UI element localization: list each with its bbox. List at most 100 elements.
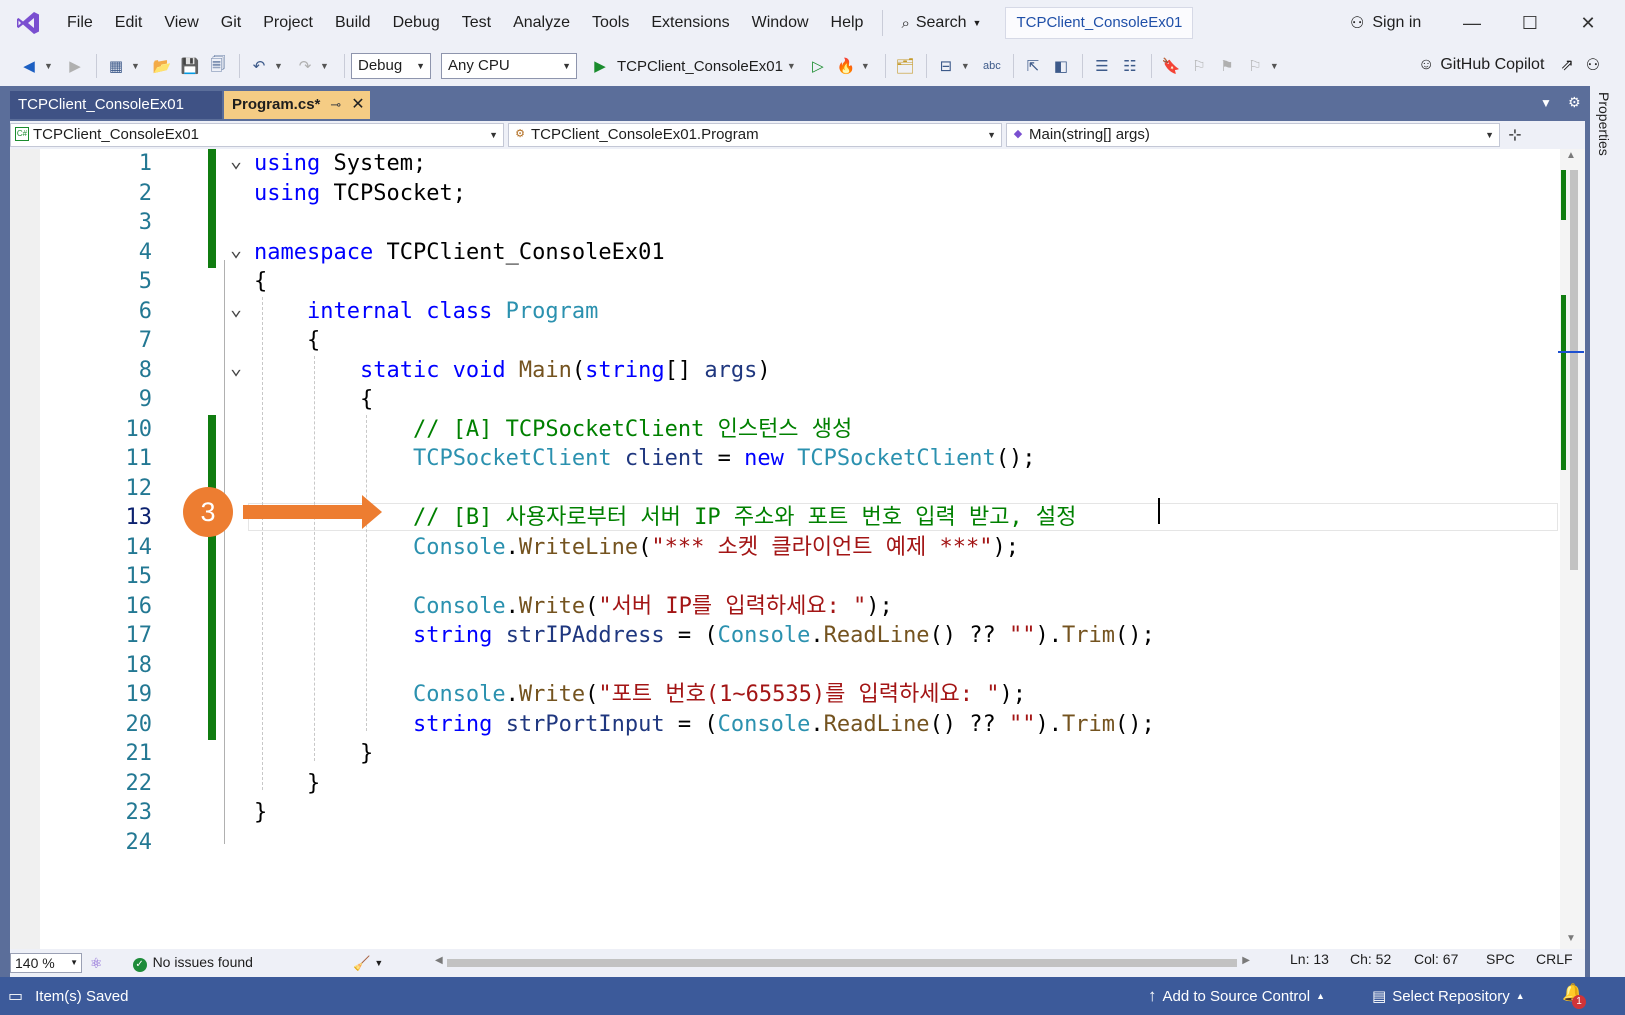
open-folder-icon[interactable]: 📂 [149, 53, 175, 79]
menu-help[interactable]: Help [820, 8, 875, 38]
code-text[interactable]: string strPortInput = (Console.ReadLine(… [254, 710, 1155, 740]
code-line[interactable]: 23} [10, 798, 1560, 828]
feedback-icon[interactable]: ⚇ [1586, 55, 1600, 75]
member-select[interactable]: ◆ Main(string[] args) ▼ [1006, 123, 1500, 147]
code-text[interactable]: { [254, 267, 267, 297]
code-line[interactable]: 20 string strPortInput = (Console.ReadLi… [10, 709, 1560, 740]
hot-reload-dropdown-icon[interactable]: ▼ [861, 61, 875, 71]
whitespace-mode[interactable]: SPC [1486, 951, 1515, 967]
add-to-source-control-button[interactable]: ↑ Add to Source Control ▲ [1148, 986, 1325, 1006]
line-number[interactable]: Ln: 13 [1290, 951, 1329, 967]
intellicode-icon[interactable]: ⚛ [90, 955, 103, 972]
zoom-select[interactable]: 140 % ▼ [10, 953, 82, 973]
code-text[interactable]: internal class Program [254, 297, 598, 327]
navigate-back-icon[interactable]: ◀ [16, 53, 42, 79]
menu-view[interactable]: View [153, 8, 209, 38]
code-line[interactable]: 1 ⌄ using System; [10, 149, 1560, 179]
start-without-debugging-icon[interactable]: ▷ [805, 53, 831, 79]
scroll-left-icon[interactable]: ◀ [435, 955, 443, 966]
collapse-icon[interactable]: ⌄ [228, 356, 244, 378]
code-line[interactable]: 7 { [10, 326, 1560, 356]
code-text[interactable]: TCPSocketClient client = new TCPSocketCl… [254, 444, 1036, 474]
code-line[interactable]: 15 [10, 562, 1560, 592]
start-debugging-target[interactable]: TCPClient_ConsoleEx01 [617, 58, 783, 75]
code-text[interactable]: Console.Write("포트 번호(1~65535)를 입력하세요: ")… [254, 680, 1026, 710]
github-copilot-button[interactable]: ☺ GitHub Copilot ⇗ ⚇ [1418, 50, 1600, 80]
outdent-icon[interactable]: ☰ [1089, 53, 1115, 79]
back-dropdown-icon[interactable]: ▼ [44, 61, 58, 71]
layout-dropdown-icon[interactable]: ▼ [961, 61, 975, 71]
code-line[interactable]: 21 } [10, 739, 1560, 769]
char-number[interactable]: Ch: 52 [1350, 951, 1391, 967]
search-box[interactable]: ⌕ Search ▼ [891, 8, 991, 38]
scroll-down-icon[interactable]: ▼ [1566, 933, 1576, 944]
code-text[interactable]: using System; [254, 149, 426, 179]
code-line[interactable]: 24 [10, 828, 1560, 858]
output-window-icon[interactable]: ▭ [8, 986, 23, 1006]
menu-build[interactable]: Build [324, 8, 382, 38]
menu-file[interactable]: File [56, 8, 104, 38]
code-cleanup-dropdown-icon[interactable]: ▼ [374, 958, 383, 968]
code-line[interactable]: 11 TCPSocketClient client = new TCPSocke… [10, 444, 1560, 474]
line-ending[interactable]: CRLF [1536, 951, 1573, 967]
menu-analyze[interactable]: Analyze [502, 8, 581, 38]
code-line[interactable]: 22 } [10, 769, 1560, 799]
code-text[interactable]: } [254, 798, 267, 828]
code-line[interactable]: 2 using TCPSocket; [10, 178, 1560, 209]
code-line[interactable]: 18 [10, 650, 1560, 681]
code-line[interactable]: 12 [10, 473, 1560, 504]
vertical-scroll-thumb[interactable] [1570, 170, 1578, 570]
menu-edit[interactable]: Edit [104, 8, 154, 38]
code-line[interactable]: 9 { [10, 385, 1560, 415]
new-item-icon[interactable]: ▦ [103, 53, 129, 79]
column-number[interactable]: Col: 67 [1414, 951, 1458, 967]
pin-icon[interactable]: ⊸ [330, 91, 341, 119]
solution-configuration-select[interactable]: Debug ▼ [351, 53, 431, 79]
indent-icon[interactable]: ☷ [1117, 53, 1143, 79]
horizontal-scrollbar[interactable]: ◀ ▶ [435, 955, 1250, 968]
redo-dropdown-icon[interactable]: ▼ [320, 61, 334, 71]
code-line[interactable]: 3 [10, 208, 1560, 238]
redo-icon[interactable]: ↷ [292, 53, 318, 79]
select-element-icon[interactable]: ⇱ [1020, 53, 1046, 79]
solution-platform-select[interactable]: Any CPU ▼ [441, 53, 577, 79]
code-line[interactable]: 5{ [10, 267, 1560, 297]
menu-git[interactable]: Git [210, 8, 252, 38]
tab-tcpclient-consoleex01[interactable]: TCPClient_ConsoleEx01 [10, 91, 222, 119]
undo-dropdown-icon[interactable]: ▼ [274, 61, 288, 71]
menu-debug[interactable]: Debug [382, 8, 451, 38]
save-all-icon[interactable]: 🗐 [205, 53, 231, 79]
new-item-dropdown-icon[interactable]: ▼ [131, 61, 145, 71]
clear-bookmarks-icon[interactable]: ⚐ [1242, 53, 1268, 79]
start-debugging-icon[interactable]: ▶ [587, 53, 613, 79]
hot-reload-icon[interactable]: 🔥 [833, 53, 859, 79]
code-text[interactable]: Console.Write("서버 IP를 입력하세요: "); [254, 592, 893, 622]
visual-studio-logo-icon[interactable] [0, 0, 56, 46]
code-text[interactable]: string strIPAddress = (Console.ReadLine(… [254, 621, 1155, 651]
code-line[interactable]: 17 string strIPAddress = (Console.ReadLi… [10, 621, 1560, 651]
code-text[interactable]: } [254, 769, 320, 799]
tab-overflow-icon[interactable]: ▼ [1540, 96, 1552, 110]
horizontal-scroll-thumb[interactable] [447, 959, 1237, 967]
properties-tab[interactable]: Properties [1596, 92, 1612, 156]
run-target-dropdown-icon[interactable]: ▼ [787, 61, 801, 71]
minimize-button[interactable]: — [1452, 8, 1492, 38]
code-area[interactable]: 1 ⌄ using System; 2 using TCPSocket; 3 4 ⌄ names… [10, 149, 1560, 919]
scroll-right-icon[interactable]: ▶ [1242, 955, 1250, 966]
close-icon[interactable]: ✕ [351, 91, 364, 119]
menu-test[interactable]: Test [451, 8, 502, 38]
menu-tools[interactable]: Tools [581, 8, 640, 38]
spell-check-icon[interactable]: abc [979, 53, 1005, 79]
next-bookmark-icon[interactable]: ⚑ [1214, 53, 1240, 79]
menu-extensions[interactable]: Extensions [640, 8, 740, 38]
save-icon[interactable]: 💾 [177, 53, 203, 79]
toolbar-overflow-icon[interactable]: ▼ [1270, 61, 1284, 71]
type-select[interactable]: ⚙ TCPClient_ConsoleEx01.Program ▼ [508, 123, 1002, 147]
bookmark-icon[interactable]: 🔖 [1158, 53, 1184, 79]
code-editor[interactable]: 1 ⌄ using System; 2 using TCPSocket; 3 4 ⌄ names… [10, 149, 1560, 949]
split-window-icon[interactable]: ⊹ [1504, 123, 1526, 147]
share-icon[interactable]: ⇗ [1560, 55, 1573, 75]
code-line[interactable]: 19 Console.Write("포트 번호(1~65535)를 입력하세요:… [10, 680, 1560, 710]
navigate-forward-icon[interactable]: ▶ [62, 53, 88, 79]
code-line[interactable]: 14 Console.WriteLine("*** 소켓 클라이언트 예제 **… [10, 532, 1560, 563]
